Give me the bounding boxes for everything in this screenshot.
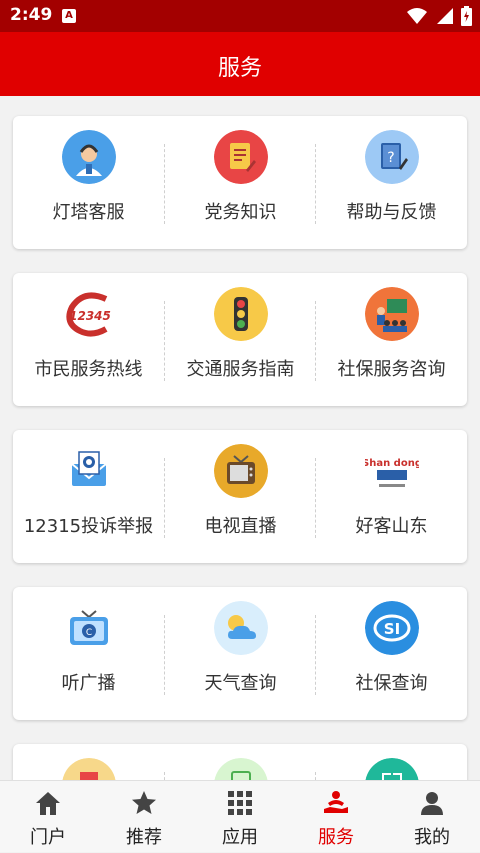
- service-item-social-security-consult[interactable]: 社保服务咨询: [316, 273, 467, 406]
- service-item-party-knowledge[interactable]: 党务知识: [165, 116, 316, 249]
- hotline-12345-icon: 12345: [62, 287, 116, 341]
- complaint-mail-icon: [62, 444, 116, 498]
- svg-text:?: ?: [387, 150, 394, 166]
- svg-text:C: C: [85, 628, 91, 638]
- service-card: [13, 744, 467, 780]
- tab-service[interactable]: 服务: [288, 781, 384, 853]
- service-card: 灯塔客服 党务知识 ? 帮助与反馈: [13, 116, 467, 249]
- wifi-icon: [407, 8, 427, 24]
- battery-icon: [461, 6, 472, 26]
- service-label: 帮助与反馈: [346, 202, 437, 223]
- svg-text:SI: SI: [383, 620, 399, 638]
- service-label: 好客山东: [355, 516, 428, 537]
- tv-icon: [213, 444, 268, 498]
- home-icon: [36, 792, 60, 815]
- signal-icon: [437, 8, 453, 24]
- notification-icon: A: [62, 9, 76, 23]
- service-card: 12345 市民服务热线 交通服务指南 社保服务咨询: [13, 273, 467, 406]
- service-item-help-feedback[interactable]: ? 帮助与反馈: [316, 116, 467, 249]
- tab-label: 门户: [30, 827, 66, 848]
- service-label: 天气查询: [204, 673, 277, 694]
- tab-label: 推荐: [126, 827, 162, 848]
- service-label: 社保查询: [355, 673, 428, 694]
- person-icon: [421, 792, 443, 815]
- service-label: 12315投诉举报: [23, 516, 154, 537]
- service-item-hospitable-shandong[interactable]: Shan dong 好客山东: [316, 430, 467, 563]
- service-label: 灯塔客服: [52, 202, 125, 223]
- scan-icon: [364, 758, 419, 780]
- star-icon: [132, 791, 156, 814]
- tab-recommend[interactable]: 推荐: [96, 781, 192, 853]
- service-icon: [324, 791, 348, 813]
- document-icon: [61, 758, 116, 780]
- shandong-logo-icon: Shan dong: [364, 444, 419, 498]
- tab-portal[interactable]: 门户: [0, 781, 96, 853]
- service-list[interactable]: 灯塔客服 党务知识 ? 帮助与反馈 12345 市民服务热线 交通服务指南 社保…: [0, 96, 480, 780]
- service-label: 市民服务热线: [34, 359, 143, 380]
- tab-apps[interactable]: 应用: [192, 781, 288, 853]
- service-item-partial[interactable]: [316, 744, 467, 780]
- grid-icon: [228, 791, 252, 815]
- tab-mine[interactable]: 我的: [384, 781, 480, 853]
- page-title: 服务: [217, 56, 262, 81]
- social-security-icon: SI: [364, 601, 419, 655]
- service-item-12315-complaint[interactable]: 12315投诉举报: [13, 430, 164, 563]
- book-icon: [213, 758, 268, 780]
- service-label: 交通服务指南: [186, 359, 295, 380]
- service-label: 听广播: [61, 673, 116, 694]
- service-item-radio[interactable]: C 听广播: [13, 587, 164, 720]
- service-label: 党务知识: [204, 202, 277, 223]
- service-item-partial[interactable]: [165, 744, 316, 780]
- service-label: 电视直播: [204, 516, 277, 537]
- radio-icon: C: [62, 601, 116, 655]
- tab-label: 应用: [222, 827, 258, 848]
- shandong-logo-text: Shan dong: [365, 458, 419, 469]
- app-header: 服务: [0, 32, 480, 96]
- notepad-icon: [213, 130, 268, 184]
- service-item-citizen-hotline[interactable]: 12345 市民服务热线: [13, 273, 164, 406]
- service-card: 12315投诉举报 电视直播 Shan dong 好客山东: [13, 430, 467, 563]
- status-bar: 2:49 A: [0, 0, 480, 32]
- status-icons: [407, 6, 472, 26]
- tab-label: 我的: [414, 827, 450, 848]
- weather-icon: [213, 601, 268, 655]
- traffic-light-icon: [213, 287, 268, 341]
- service-item-partial[interactable]: [13, 744, 164, 780]
- help-feedback-icon: ?: [364, 130, 419, 184]
- service-item-social-security-query[interactable]: SI 社保查询: [316, 587, 467, 720]
- service-card: C 听广播 天气查询 SI 社保查询: [13, 587, 467, 720]
- status-time: 2:49: [10, 5, 53, 25]
- service-item-weather[interactable]: 天气查询: [165, 587, 316, 720]
- hotline-logo-text: 12345: [69, 309, 111, 323]
- customer-service-icon: [61, 130, 116, 184]
- service-label: 社保服务咨询: [337, 359, 446, 380]
- bottom-tab-bar: 门户 推荐 应用 服务 我的: [0, 780, 480, 852]
- service-item-lighthouse-customer-service[interactable]: 灯塔客服: [13, 116, 164, 249]
- tab-label: 服务: [318, 827, 354, 848]
- service-item-tv-live[interactable]: 电视直播: [165, 430, 316, 563]
- service-item-traffic-guide[interactable]: 交通服务指南: [165, 273, 316, 406]
- consultation-icon: [364, 287, 419, 341]
